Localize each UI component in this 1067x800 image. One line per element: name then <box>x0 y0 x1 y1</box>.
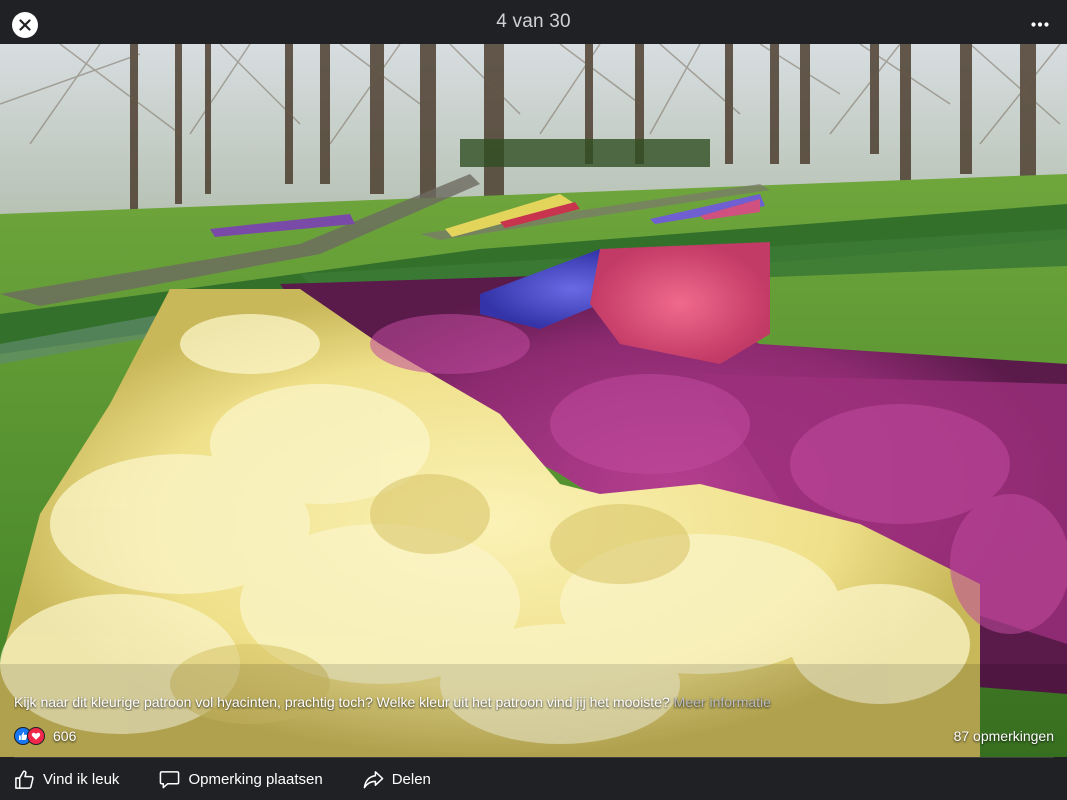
comment-bubble-icon <box>160 770 180 788</box>
photo-counter: 4 van 30 <box>496 11 571 32</box>
thumbs-up-icon <box>15 770 34 789</box>
viewer-top-bar: 4 van 30 <box>0 0 1067 44</box>
reaction-count: 606 <box>53 728 77 744</box>
close-icon <box>19 19 31 31</box>
comment-button[interactable]: Opmerking plaatsen <box>159 758 323 800</box>
more-options-button[interactable] <box>1027 14 1053 34</box>
hyacinth-garden-photo <box>0 44 1067 757</box>
post-action-bar: Vind ik leuk Opmerking plaatsen Delen <box>0 758 1067 800</box>
post-caption: Kijk naar dit kleurige patroon vol hyaci… <box>14 693 1034 711</box>
more-info-link[interactable]: Meer informatie <box>674 694 771 710</box>
like-label: Vind ik leuk <box>43 770 120 788</box>
comment-count[interactable]: 87 opmerkingen <box>954 728 1054 744</box>
photo-viewer: 4 van 30 Kijk naar dit kleurige patroon … <box>0 0 1067 800</box>
more-dots-icon <box>1031 21 1049 27</box>
share-arrow-icon <box>363 770 384 788</box>
post-photo[interactable] <box>0 44 1067 757</box>
like-button[interactable]: Vind ik leuk <box>14 758 119 800</box>
share-label: Delen <box>391 770 431 788</box>
post-stats: 606 87 opmerkingen <box>14 725 1054 747</box>
comment-label: Opmerking plaatsen <box>188 770 323 788</box>
caption-text: Kijk naar dit kleurige patroon vol hyaci… <box>14 694 670 710</box>
love-reaction-icon <box>27 727 45 745</box>
reactions-summary[interactable]: 606 <box>14 727 76 745</box>
close-button[interactable] <box>12 12 38 38</box>
share-button[interactable]: Delen <box>363 758 431 800</box>
